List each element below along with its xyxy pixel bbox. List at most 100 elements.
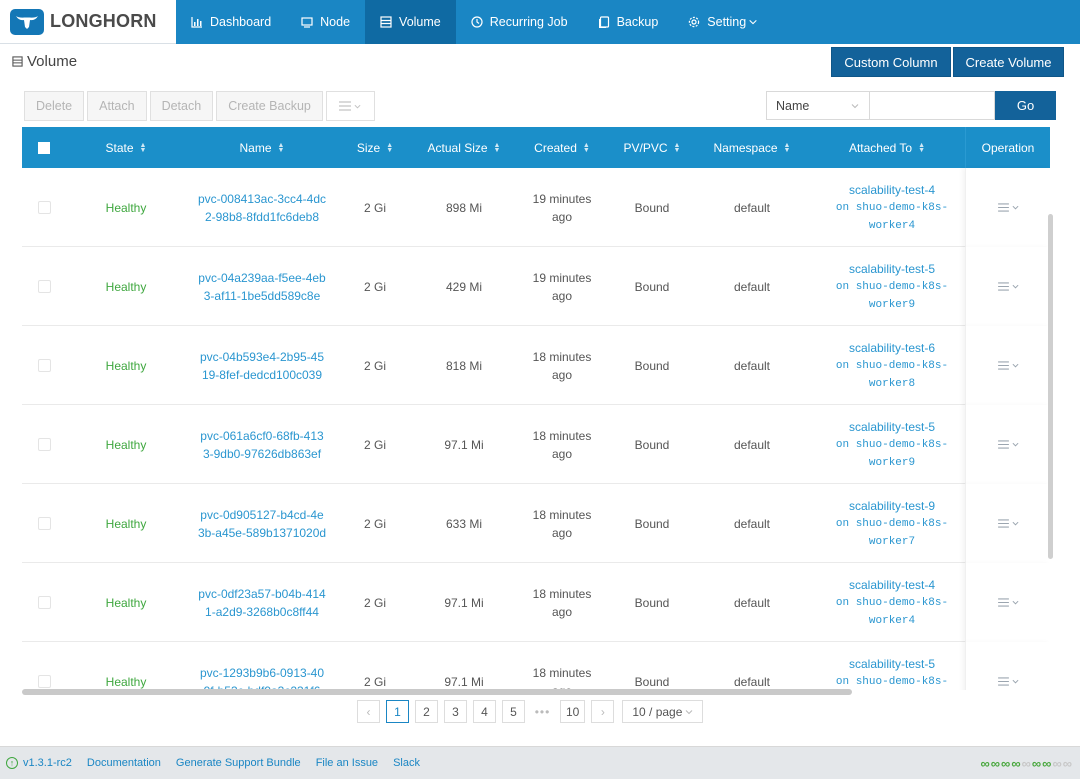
brand[interactable]: LONGHORN	[0, 0, 176, 44]
row-checkbox[interactable]	[36, 642, 52, 690]
row-state: Healthy	[105, 358, 147, 373]
nav-setting[interactable]: Setting	[673, 0, 773, 44]
row-attached-to[interactable]: scalability-test-4 on shuo-demo-k8s-worke…	[822, 563, 962, 642]
row-checkbox[interactable]	[36, 484, 52, 563]
row-name-link[interactable]: pvc-04a239aa-f5ee-4eb 3-af11-1be5dd589c8e	[192, 247, 332, 326]
custom-column-button[interactable]: Custom Column	[831, 47, 951, 77]
select-all-checkbox[interactable]	[36, 127, 52, 168]
page-size-select[interactable]: 10 / page	[622, 700, 704, 723]
row-name-line1: pvc-0d905127-b4cd-4e	[200, 507, 324, 522]
row-checkbox[interactable]	[36, 326, 52, 405]
row-operation-button[interactable]	[997, 440, 1019, 449]
row-attached-to[interactable]: scalability-test-4 on shuo-demo-k8s-worke…	[822, 168, 962, 247]
row-namespace: default	[733, 674, 771, 689]
row-state: Healthy	[105, 674, 147, 689]
row-state: Healthy	[105, 200, 147, 215]
row-operation-button[interactable]	[997, 677, 1019, 686]
col-namespace[interactable]: Namespace ▲ ▼	[702, 127, 802, 168]
nav-dashboard[interactable]: Dashboard	[176, 0, 286, 44]
sort-icon: ▲ ▼	[493, 141, 501, 154]
prev-page-button[interactable]: ‹	[357, 700, 380, 723]
page-10[interactable]: 10	[560, 700, 586, 723]
table-row[interactable]: Healthy pvc-0df23a57-b04b-414 1-a2d9-3268b…	[22, 563, 1050, 642]
col-created[interactable]: Created ▲ ▼	[519, 127, 605, 168]
row-operation-button[interactable]	[997, 519, 1019, 528]
row-attached-to[interactable]: scalability-test-5on shuo-demo-k8s-worke…	[822, 247, 962, 326]
row-attached-to[interactable]: scalability-test-5on shuo-demo-k8s-worke…	[822, 405, 962, 484]
documentation-link[interactable]: Documentation	[87, 757, 161, 769]
version[interactable]: ↑ v1.3.1-rc2	[6, 757, 72, 769]
col-state[interactable]: State ▲ ▼	[80, 127, 172, 168]
row-attached-node: on shuo-demo-k8s-	[835, 675, 949, 688]
row-checkbox[interactable]	[36, 168, 52, 247]
row-attached-volume: scalability-test-5	[848, 261, 936, 276]
nav-volume[interactable]: Volume	[365, 0, 456, 44]
create-backup-button[interactable]: Create Backup	[216, 91, 323, 121]
table-row[interactable]: Healthy pvc-1293b9b6-0913-409f-b53c-bdf9a…	[22, 642, 1050, 690]
row-size: 2 Gi	[363, 437, 386, 452]
row-operation-button[interactable]	[997, 282, 1019, 291]
row-name-line2: 1-a2d9-3268b0c8ff44	[205, 604, 319, 619]
row-operation-button[interactable]	[997, 203, 1019, 212]
search-input[interactable]	[870, 91, 995, 120]
vertical-scrollbar[interactable]	[1048, 214, 1053, 559]
row-pvpvc: Bound	[634, 437, 670, 452]
table-row[interactable]: Healthy pvc-061a6cf0-68fb-413 3-9db0-97626…	[22, 405, 1050, 484]
go-button[interactable]: Go	[995, 91, 1056, 120]
row-operation-button[interactable]	[997, 598, 1019, 607]
row-checkbox[interactable]	[36, 247, 52, 326]
search-field-select[interactable]: Name	[766, 91, 870, 120]
row-attached-to[interactable]: scalability-test-5on shuo-demo-k8s-worke…	[822, 642, 962, 690]
row-attached-to[interactable]: scalability-test-6 on shuo-demo-k8s-worke…	[822, 326, 962, 405]
delete-button[interactable]: Delete	[24, 91, 85, 121]
row-name-link[interactable]: pvc-0d905127-b4cd-4e 3b-a45e-589b1371020d	[192, 484, 332, 563]
slack-link[interactable]: Slack	[393, 757, 420, 769]
page-1[interactable]: 1	[386, 700, 409, 723]
page-2[interactable]: 2	[415, 700, 438, 723]
row-pvpvc: Bound	[634, 516, 670, 531]
table-row[interactable]: Healthy pvc-04a239aa-f5ee-4eb 3-af11-1be5d…	[22, 247, 1050, 326]
file-issue-link[interactable]: File an Issue	[316, 757, 378, 769]
create-volume-button[interactable]: Create Volume	[953, 47, 1064, 77]
detach-button[interactable]: Detach	[149, 91, 214, 121]
nav-recurring-job[interactable]: Recurring Job	[456, 0, 583, 44]
nav-node-label: Node	[320, 15, 351, 29]
page-4[interactable]: 4	[473, 700, 496, 723]
table-row[interactable]: Healthy pvc-04b593e4-2b95-45 19-8fef-dedcd…	[22, 326, 1050, 405]
row-name-link[interactable]: pvc-0df23a57-b04b-414 1-a2d9-3268b0c8ff44	[192, 563, 332, 642]
row-checkbox[interactable]	[36, 405, 52, 484]
page-5[interactable]: 5	[502, 700, 525, 723]
row-actual-size: 97.1 Mi	[444, 674, 484, 689]
horizontal-scrollbar[interactable]	[22, 689, 852, 695]
row-attached-to[interactable]: scalability-test-9 on shuo-demo-k8s-worke…	[822, 484, 962, 563]
col-actual-size[interactable]: Actual Size ▲ ▼	[419, 127, 509, 168]
next-page-button[interactable]: ›	[591, 700, 615, 723]
nav-backup[interactable]: Backup	[583, 0, 674, 44]
row-operation-button[interactable]	[997, 361, 1019, 370]
sort-icon: ▲ ▼	[386, 141, 394, 154]
bulk-more-button[interactable]	[325, 91, 375, 121]
row-name-link[interactable]: pvc-061a6cf0-68fb-413 3-9db0-97626db863ef	[192, 405, 332, 484]
list-icon	[997, 361, 1009, 370]
attach-button[interactable]: Attach	[87, 91, 147, 121]
websocket-status: ∞ ∞ ∞ ∞ ∞ ∞ ∞ ∞ ∞	[980, 756, 1072, 771]
row-pvpvc: Bound	[634, 358, 670, 373]
row-operation	[965, 168, 1050, 247]
support-bundle-link[interactable]: Generate Support Bundle	[176, 757, 301, 769]
col-pvpvc[interactable]: PV/PVC ▲ ▼	[612, 127, 692, 168]
table-row[interactable]: Healthy pvc-0d905127-b4cd-4e 3b-a45e-589b1…	[22, 484, 1050, 563]
nav-node[interactable]: Node	[286, 0, 365, 44]
page-ellipsis[interactable]: •••	[531, 705, 554, 719]
page-3[interactable]: 3	[444, 700, 467, 723]
row-attached-node-suffix: worker7	[868, 535, 916, 548]
list-icon	[997, 598, 1009, 607]
row-checkbox[interactable]	[36, 563, 52, 642]
col-attached-to[interactable]: Attached To ▲ ▼	[822, 127, 952, 168]
row-name-link[interactable]: pvc-1293b9b6-0913-409f-b53c-bdf9a3c231f6	[192, 642, 332, 691]
col-size[interactable]: Size ▲ ▼	[342, 127, 408, 168]
link-icon: ∞	[1031, 756, 1042, 771]
col-name[interactable]: Name ▲ ▼	[197, 127, 327, 168]
row-name-link[interactable]: pvc-04b593e4-2b95-45 19-8fef-dedcd100c039	[192, 326, 332, 405]
row-name-link[interactable]: pvc-008413ac-3cc4-4dc 2-98b8-8fdd1fc6deb8	[192, 168, 332, 247]
table-row[interactable]: Healthy pvc-008413ac-3cc4-4dc 2-98b8-8fdd1…	[22, 168, 1050, 247]
